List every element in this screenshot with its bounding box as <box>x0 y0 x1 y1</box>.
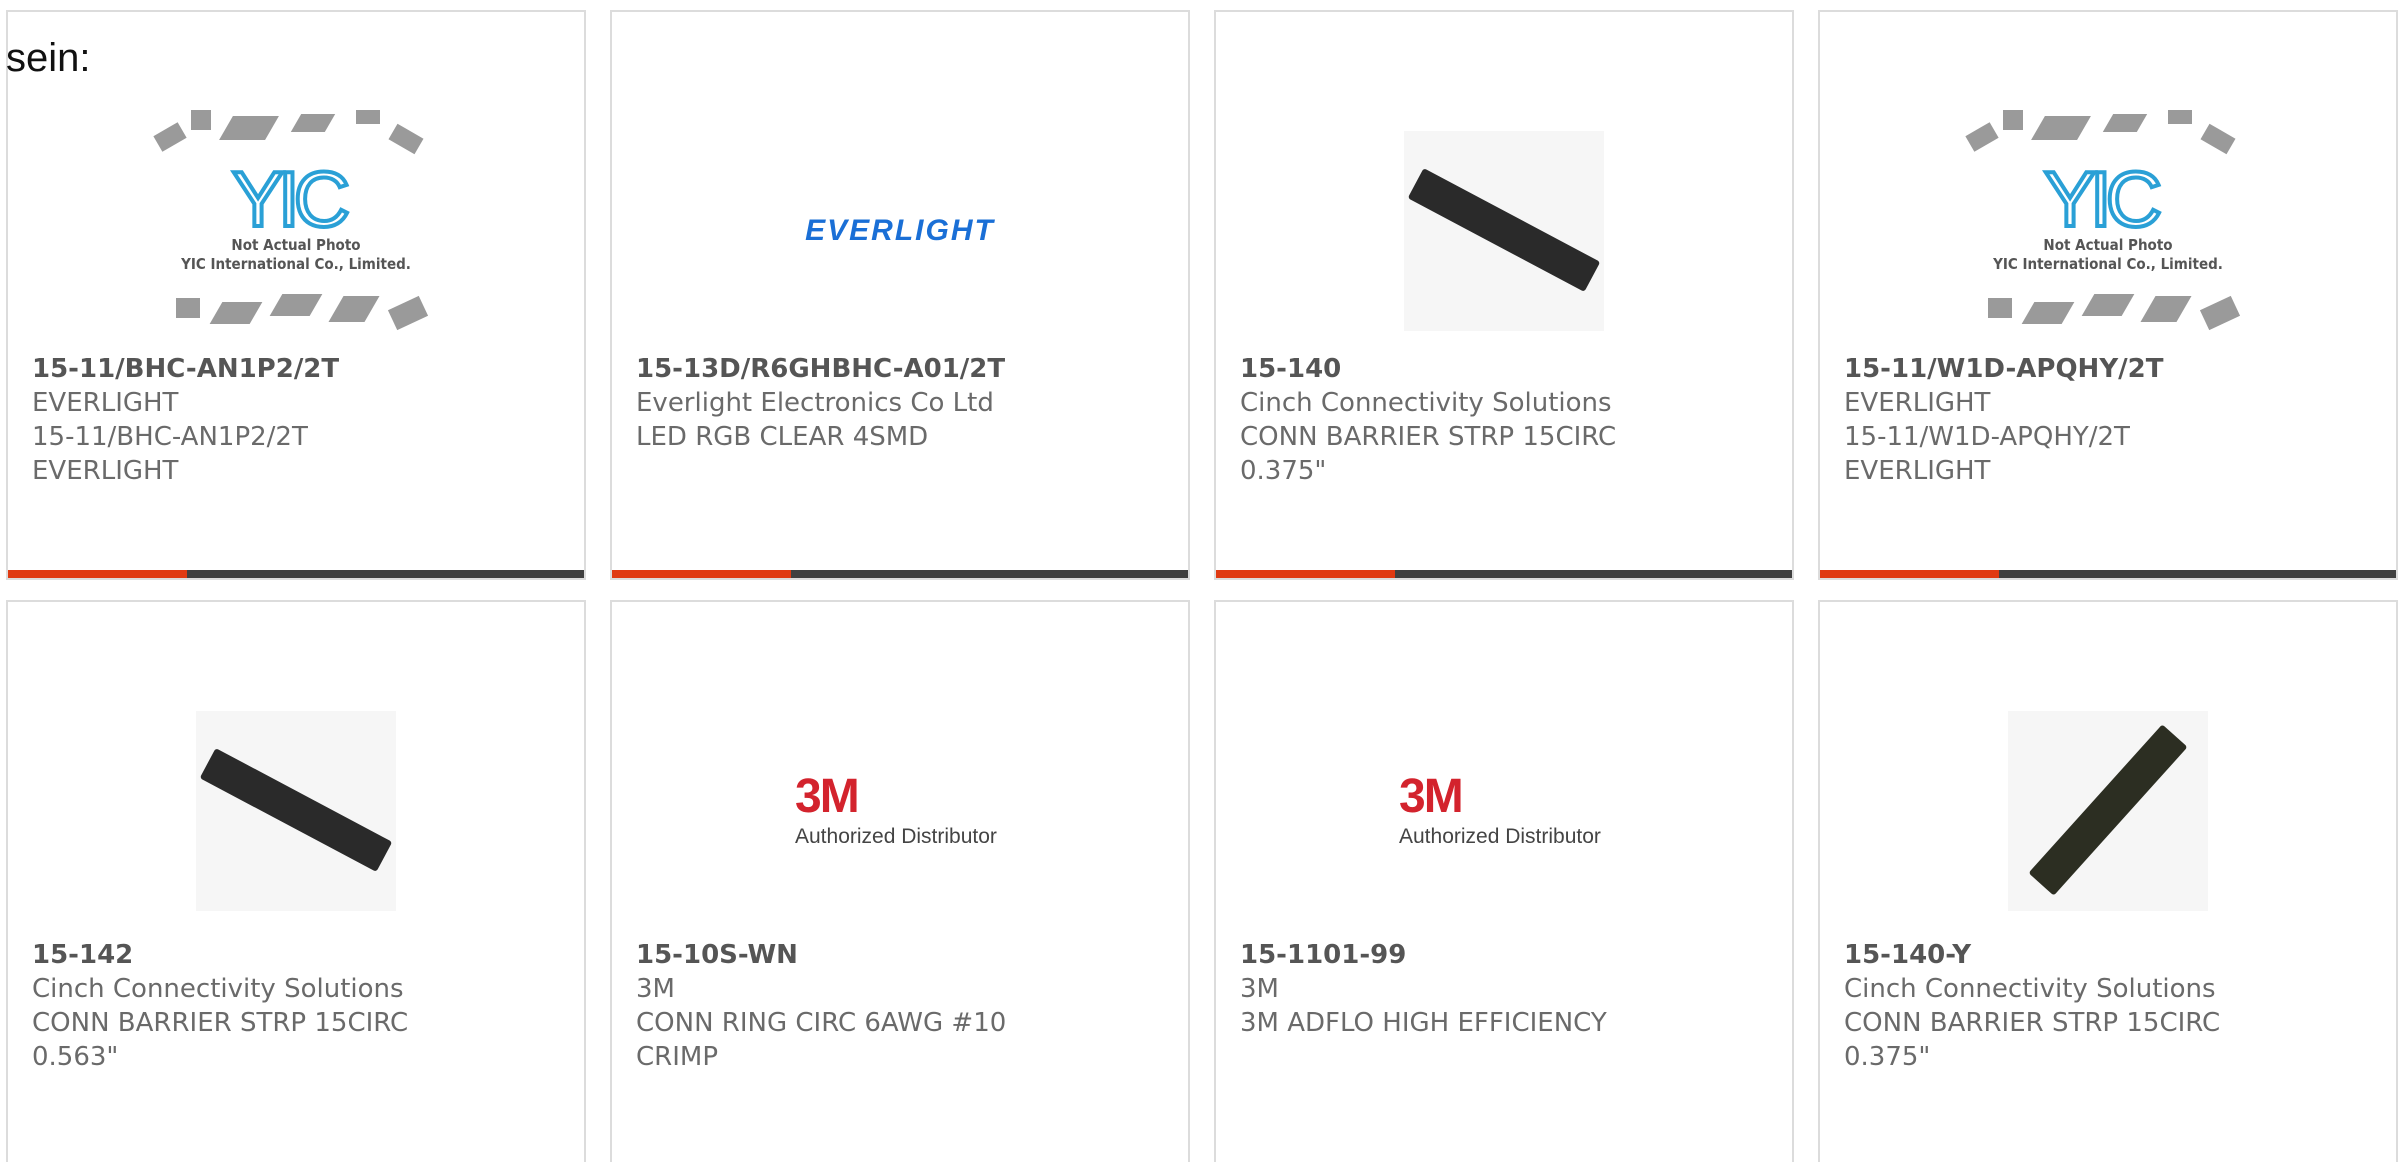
product-image[interactable] <box>1324 96 1684 366</box>
progress-bar <box>1216 570 1792 578</box>
part-number[interactable]: 15-1101-99 <box>1240 938 1660 972</box>
product-image[interactable]: EVERLIGHT <box>720 96 1080 366</box>
description: 15-11/W1D-APQHY/2T <box>1844 422 2130 452</box>
progress-fill <box>612 570 791 578</box>
manufacturer: 3M <box>636 974 675 1004</box>
product-image[interactable]: YIC Not Actual Photo YIC International Co… <box>116 96 476 366</box>
description: CONN BARRIER STRP 15CIRC <box>1844 1008 2221 1038</box>
3m-logo: 3M <box>1399 770 1464 823</box>
progress-bar <box>8 570 584 578</box>
product-card[interactable]: 15-140 Cinch Connectivity Solutions CONN… <box>1214 10 1794 580</box>
3m-authorized-logo: 3M Authorized Distributor <box>795 773 1005 849</box>
description: CONN RING CIRC 6AWG #10 <box>636 1008 1007 1038</box>
product-info: 15-140 Cinch Connectivity Solutions CONN… <box>1240 352 1660 488</box>
progress-fill <box>1216 570 1395 578</box>
product-card[interactable]: 15-140-Y Cinch Connectivity Solutions CO… <box>1818 600 2398 1162</box>
product-image[interactable]: 3M Authorized Distributor <box>1324 666 1684 956</box>
description: CONN BARRIER STRP 15CIRC <box>1240 422 1617 452</box>
part-number[interactable]: 15-140 <box>1240 352 1660 386</box>
description: 3M ADFLO HIGH EFFICIENCY <box>1240 1008 1607 1038</box>
manufacturer: Cinch Connectivity Solutions <box>1844 974 2216 1004</box>
description: LED RGB CLEAR 4SMD <box>636 422 929 452</box>
product-image[interactable]: YIC Not Actual Photo YIC International Co… <box>1928 96 2288 366</box>
barrier-strip-photo <box>2008 711 2208 911</box>
placeholder-note: Not Actual Photo YIC International Co., L… <box>181 236 411 273</box>
product-info: 15-10S-WN 3M CONN RING CIRC 6AWG #10 CRI… <box>636 938 1056 1074</box>
progress-fill <box>8 570 187 578</box>
product-card[interactable]: YIC Not Actual Photo YIC International Co… <box>1818 10 2398 580</box>
description-continued: 0.375" <box>1844 1042 1931 1072</box>
3m-authorized-logo: 3M Authorized Distributor <box>1399 773 1609 849</box>
authorized-distributor-label: Authorized Distributor <box>1399 825 1601 848</box>
part-number[interactable]: 15-10S-WN <box>636 938 1056 972</box>
product-card[interactable]: 15-142 Cinch Connectivity Solutions CONN… <box>6 600 586 1162</box>
product-info: 15-1101-99 3M 3M ADFLO HIGH EFFICIENCY <box>1240 938 1660 1040</box>
progress-fill <box>1820 570 1999 578</box>
barrier-strip-photo <box>196 711 396 911</box>
product-image[interactable]: 3M Authorized Distributor <box>720 666 1080 956</box>
product-info: 15-11/BHC-AN1P2/2T EVERLIGHT 15-11/BHC-A… <box>32 352 452 488</box>
intro-text: sein: <box>6 36 91 80</box>
everlight-logo: EVERLIGHT <box>805 214 995 247</box>
placeholder-note: Not Actual Photo YIC International Co., L… <box>1993 236 2223 273</box>
manufacturer: Everlight Electronics Co Ltd <box>636 388 994 418</box>
manufacturer: Cinch Connectivity Solutions <box>32 974 404 1004</box>
progress-bar <box>1820 570 2396 578</box>
yic-placeholder-image: YIC Not Actual Photo YIC International Co… <box>1958 106 2258 356</box>
yic-placeholder-image: YIC Not Actual Photo YIC International Co… <box>146 106 446 356</box>
product-image[interactable] <box>116 666 476 956</box>
product-info: 15-142 Cinch Connectivity Solutions CONN… <box>32 938 452 1074</box>
part-number[interactable]: 15-142 <box>32 938 452 972</box>
manufacturer: EVERLIGHT <box>32 388 179 418</box>
product-info: 15-11/W1D-APQHY/2T EVERLIGHT 15-11/W1D-A… <box>1844 352 2264 488</box>
product-info: 15-140-Y Cinch Connectivity Solutions CO… <box>1844 938 2264 1074</box>
product-card[interactable]: 3M Authorized Distributor 15-10S-WN 3M C… <box>610 600 1190 1162</box>
product-card[interactable]: EVERLIGHT 15-13D/R6GHBHC-A01/2T Everligh… <box>610 10 1190 580</box>
yic-logo: YIC <box>2042 155 2164 243</box>
part-number[interactable]: 15-140-Y <box>1844 938 2264 972</box>
description: 15-11/BHC-AN1P2/2T EVERLIGHT <box>32 422 308 486</box>
product-info: 15-13D/R6GHBHC-A01/2T Everlight Electron… <box>636 352 1056 454</box>
manufacturer: EVERLIGHT <box>1844 388 1991 418</box>
part-number[interactable]: 15-11/W1D-APQHY/2T <box>1844 352 2264 386</box>
part-number[interactable]: 15-13D/R6GHBHC-A01/2T <box>636 352 1056 386</box>
product-image[interactable] <box>1928 666 2288 956</box>
manufacturer: 3M <box>1240 974 1279 1004</box>
description-continued: 0.563" <box>32 1042 119 1072</box>
progress-bar <box>612 570 1188 578</box>
description-continued: 0.375" <box>1240 456 1327 486</box>
description: CONN BARRIER STRP 15CIRC <box>32 1008 409 1038</box>
barrier-strip-photo <box>1404 131 1604 331</box>
yic-logo: YIC <box>230 155 352 243</box>
authorized-distributor-label: Authorized Distributor <box>795 825 997 848</box>
product-card[interactable]: 3M Authorized Distributor 15-1101-99 3M … <box>1214 600 1794 1162</box>
product-card[interactable]: YIC Not Actual Photo YIC International Co… <box>6 10 586 580</box>
manufacturer: Cinch Connectivity Solutions <box>1240 388 1612 418</box>
3m-logo: 3M <box>795 770 860 823</box>
part-number[interactable]: 15-11/BHC-AN1P2/2T <box>32 352 452 386</box>
description-continued: CRIMP <box>636 1042 718 1072</box>
description-continued: EVERLIGHT <box>1844 456 1991 486</box>
